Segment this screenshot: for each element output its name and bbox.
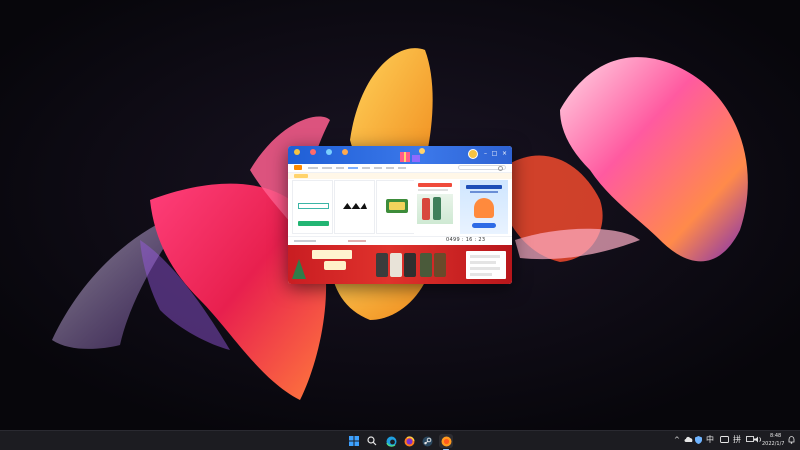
sale-list-line [470,267,500,270]
subtab-featured[interactable] [294,165,302,170]
subtab-9[interactable] [398,167,406,169]
windows-logo-icon [349,436,359,446]
mixed-reality-icon[interactable] [720,436,729,446]
ime-mode-indicator[interactable]: 中 [706,435,714,445]
promo-panel[interactable] [414,180,456,234]
side-ad-button[interactable] [472,223,496,228]
jacket-item-5 [434,253,446,277]
game-logo-2 [343,203,367,209]
minimize-button[interactable]: – [482,150,489,158]
promo-chip [294,174,308,178]
game-logo-1 [298,203,329,209]
promo-heading [418,183,452,187]
volume-icon[interactable] [754,436,762,446]
jacket-item-4 [420,253,432,277]
header-nav-profile[interactable] [342,149,348,161]
store-footer-bar: 0499 : 16 : 23 [288,236,512,245]
store-subnav [288,164,512,173]
sale-side-list[interactable] [466,251,506,279]
game-library-icon [294,149,300,155]
windows-start-icon[interactable] [347,434,361,448]
side-ad-subtitle [470,191,498,193]
edge-browser-icon[interactable] [384,434,398,448]
firefox-icon[interactable] [402,434,416,448]
promo-character-2 [433,197,441,220]
game-store-window[interactable]: – □ × 0499: 16: 23 [288,146,512,284]
jacket-item-3 [404,253,416,277]
side-advertisement[interactable] [460,180,508,234]
sale-price-badge [324,261,346,270]
sale-title-graphic [312,250,352,259]
footer-link[interactable] [348,240,366,242]
promo-strip[interactable] [288,173,512,179]
notification-bell-icon[interactable] [788,436,795,447]
user-avatar[interactable] [468,149,478,159]
promo-character-1 [422,198,430,220]
footer-text [294,240,316,242]
tray-overflow-chevron[interactable]: ^ [674,435,680,445]
subtab-8[interactable] [386,167,394,169]
header-nav-community[interactable] [326,149,332,161]
ime-pinyin-indicator[interactable]: 拼 [733,435,741,445]
sale-list-line [470,255,500,258]
subtab-4[interactable] [336,167,344,169]
sale-banner[interactable] [288,245,512,284]
community-icon [326,149,332,155]
clock-date[interactable]: 2022/1/7 [762,441,784,447]
onedrive-icon[interactable] [684,436,693,446]
countdown-timer: 0499 : 16 : 23 [446,237,486,243]
game-client-icon[interactable] [439,434,453,450]
store-icon [310,149,316,155]
game-card-3[interactable] [376,180,417,234]
firefox-logo-icon [404,435,415,446]
subtab-2[interactable] [308,167,318,169]
edge-logo-icon [385,436,396,447]
christmas-tree-icon [292,259,306,279]
game-client-logo-icon [441,436,451,446]
close-button[interactable]: × [501,150,508,158]
security-shield-icon[interactable] [695,436,702,447]
maximize-button[interactable]: □ [491,150,498,158]
jacket-item-1 [376,253,388,277]
header-nav-store[interactable] [310,149,316,161]
subtab-6[interactable] [362,167,370,169]
promo-subheading [418,189,448,191]
steam-icon[interactable] [420,434,434,448]
clock-time[interactable]: 8:48 [770,433,781,439]
jacket-item-2 [390,253,402,277]
side-ad-illustration [474,198,494,218]
desktop: – □ × 0499: 16: 23 [0,0,800,430]
magnifier-icon [367,436,377,446]
game-card-1-button[interactable] [298,221,329,226]
subtab-5[interactable] [348,167,358,169]
app-header: – □ × [288,146,512,164]
store-search-input[interactable] [458,165,506,171]
steam-logo-icon [422,436,432,446]
game-card-1[interactable] [292,180,333,234]
search-icon[interactable] [365,434,379,448]
game-card-2[interactable] [334,180,375,234]
profile-icon [342,149,348,155]
subtab-7[interactable] [374,167,382,169]
search-icon [498,166,503,171]
sale-list-line [470,261,496,264]
subtab-3[interactable] [322,167,332,169]
sale-list-line [470,273,492,276]
header-gift-illustration [400,148,425,162]
header-nav-library[interactable] [294,149,300,161]
taskbar: ^ 中 拼 8:48 2022/1/7 [0,430,800,450]
side-ad-title [466,185,502,189]
display-icon[interactable] [746,436,754,446]
game-logo-3-inner [389,202,405,210]
